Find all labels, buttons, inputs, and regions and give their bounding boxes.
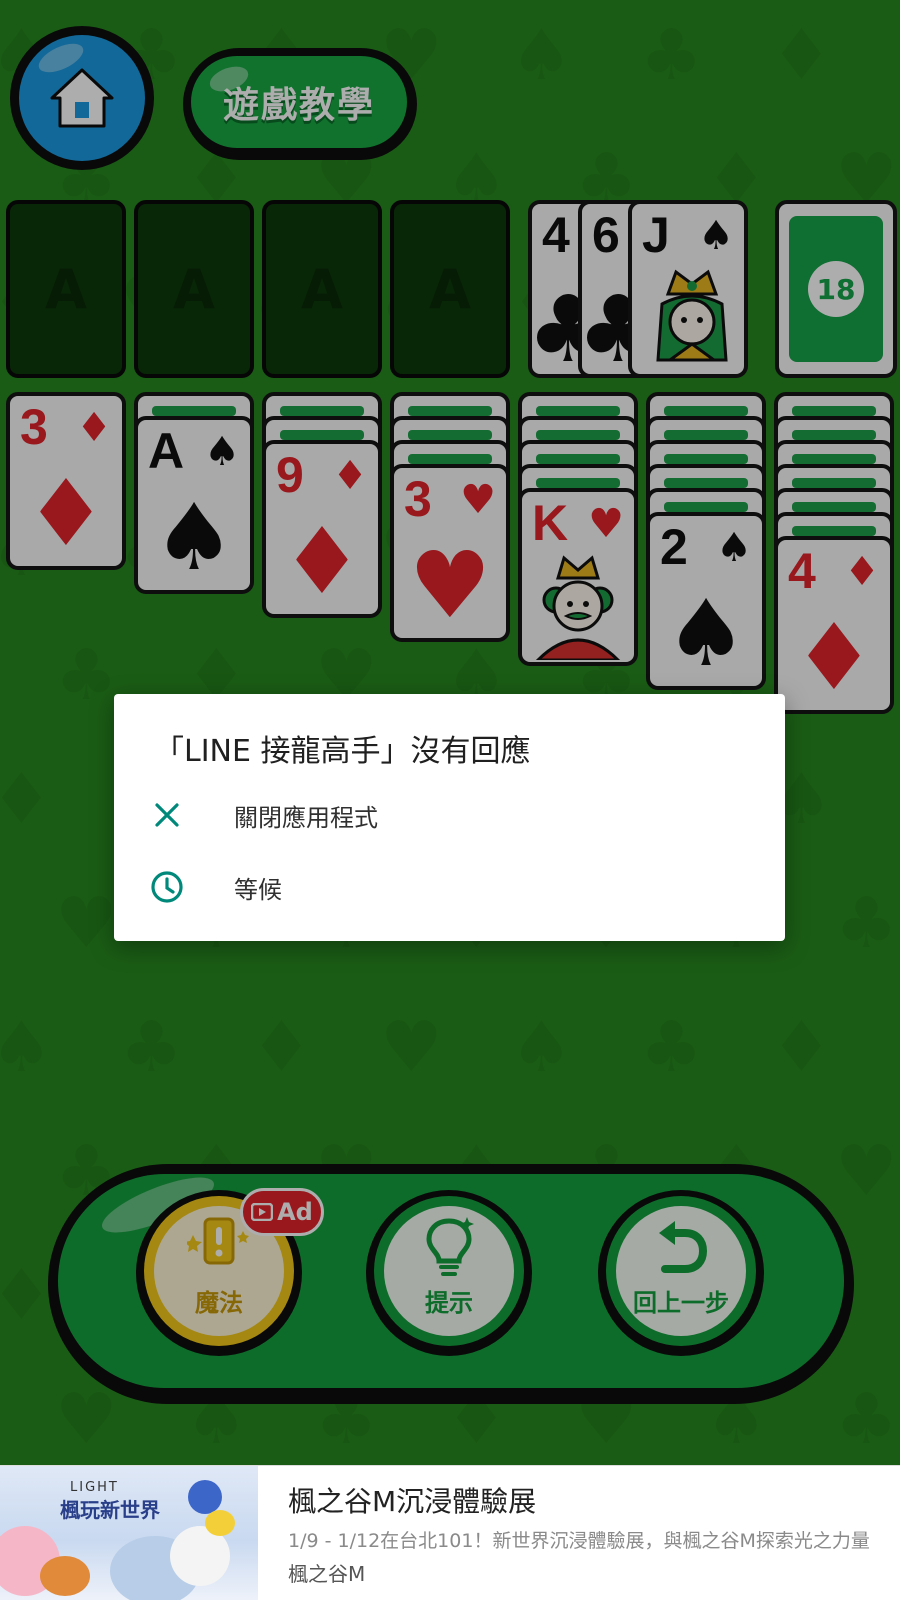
- anr-dialog: 「LINE 接龍高手」沒有回應 關閉應用程式 等候: [114, 694, 785, 941]
- clock-icon: [150, 870, 184, 904]
- ad-title[interactable]: 楓之谷M沉浸體驗展: [288, 1480, 536, 1520]
- ad-description: 1/9 - 1/12在台北101！新世界沉浸體驗展，與楓之谷M探索光之力量: [288, 1530, 870, 1552]
- ad-image-headline: 楓玩新世界: [60, 1498, 160, 1522]
- wait-option[interactable]: 等候: [114, 852, 785, 922]
- wait-label: 等候: [234, 875, 282, 904]
- close-icon: [150, 798, 184, 832]
- close-app-option[interactable]: 關閉應用程式: [114, 780, 785, 850]
- ad-image[interactable]: LIGHT 楓玩新世界: [0, 1466, 258, 1600]
- dialog-title: 「LINE 接龍高手」沒有回應: [154, 734, 531, 769]
- ad-image-brand: LIGHT: [70, 1480, 119, 1495]
- ad-advertiser: 楓之谷M: [288, 1562, 366, 1586]
- close-app-label: 關閉應用程式: [234, 803, 378, 832]
- ad-banner[interactable]: LIGHT 楓玩新世界 楓之谷M沉浸體驗展 1/9 - 1/12在台北101！新…: [0, 1465, 900, 1600]
